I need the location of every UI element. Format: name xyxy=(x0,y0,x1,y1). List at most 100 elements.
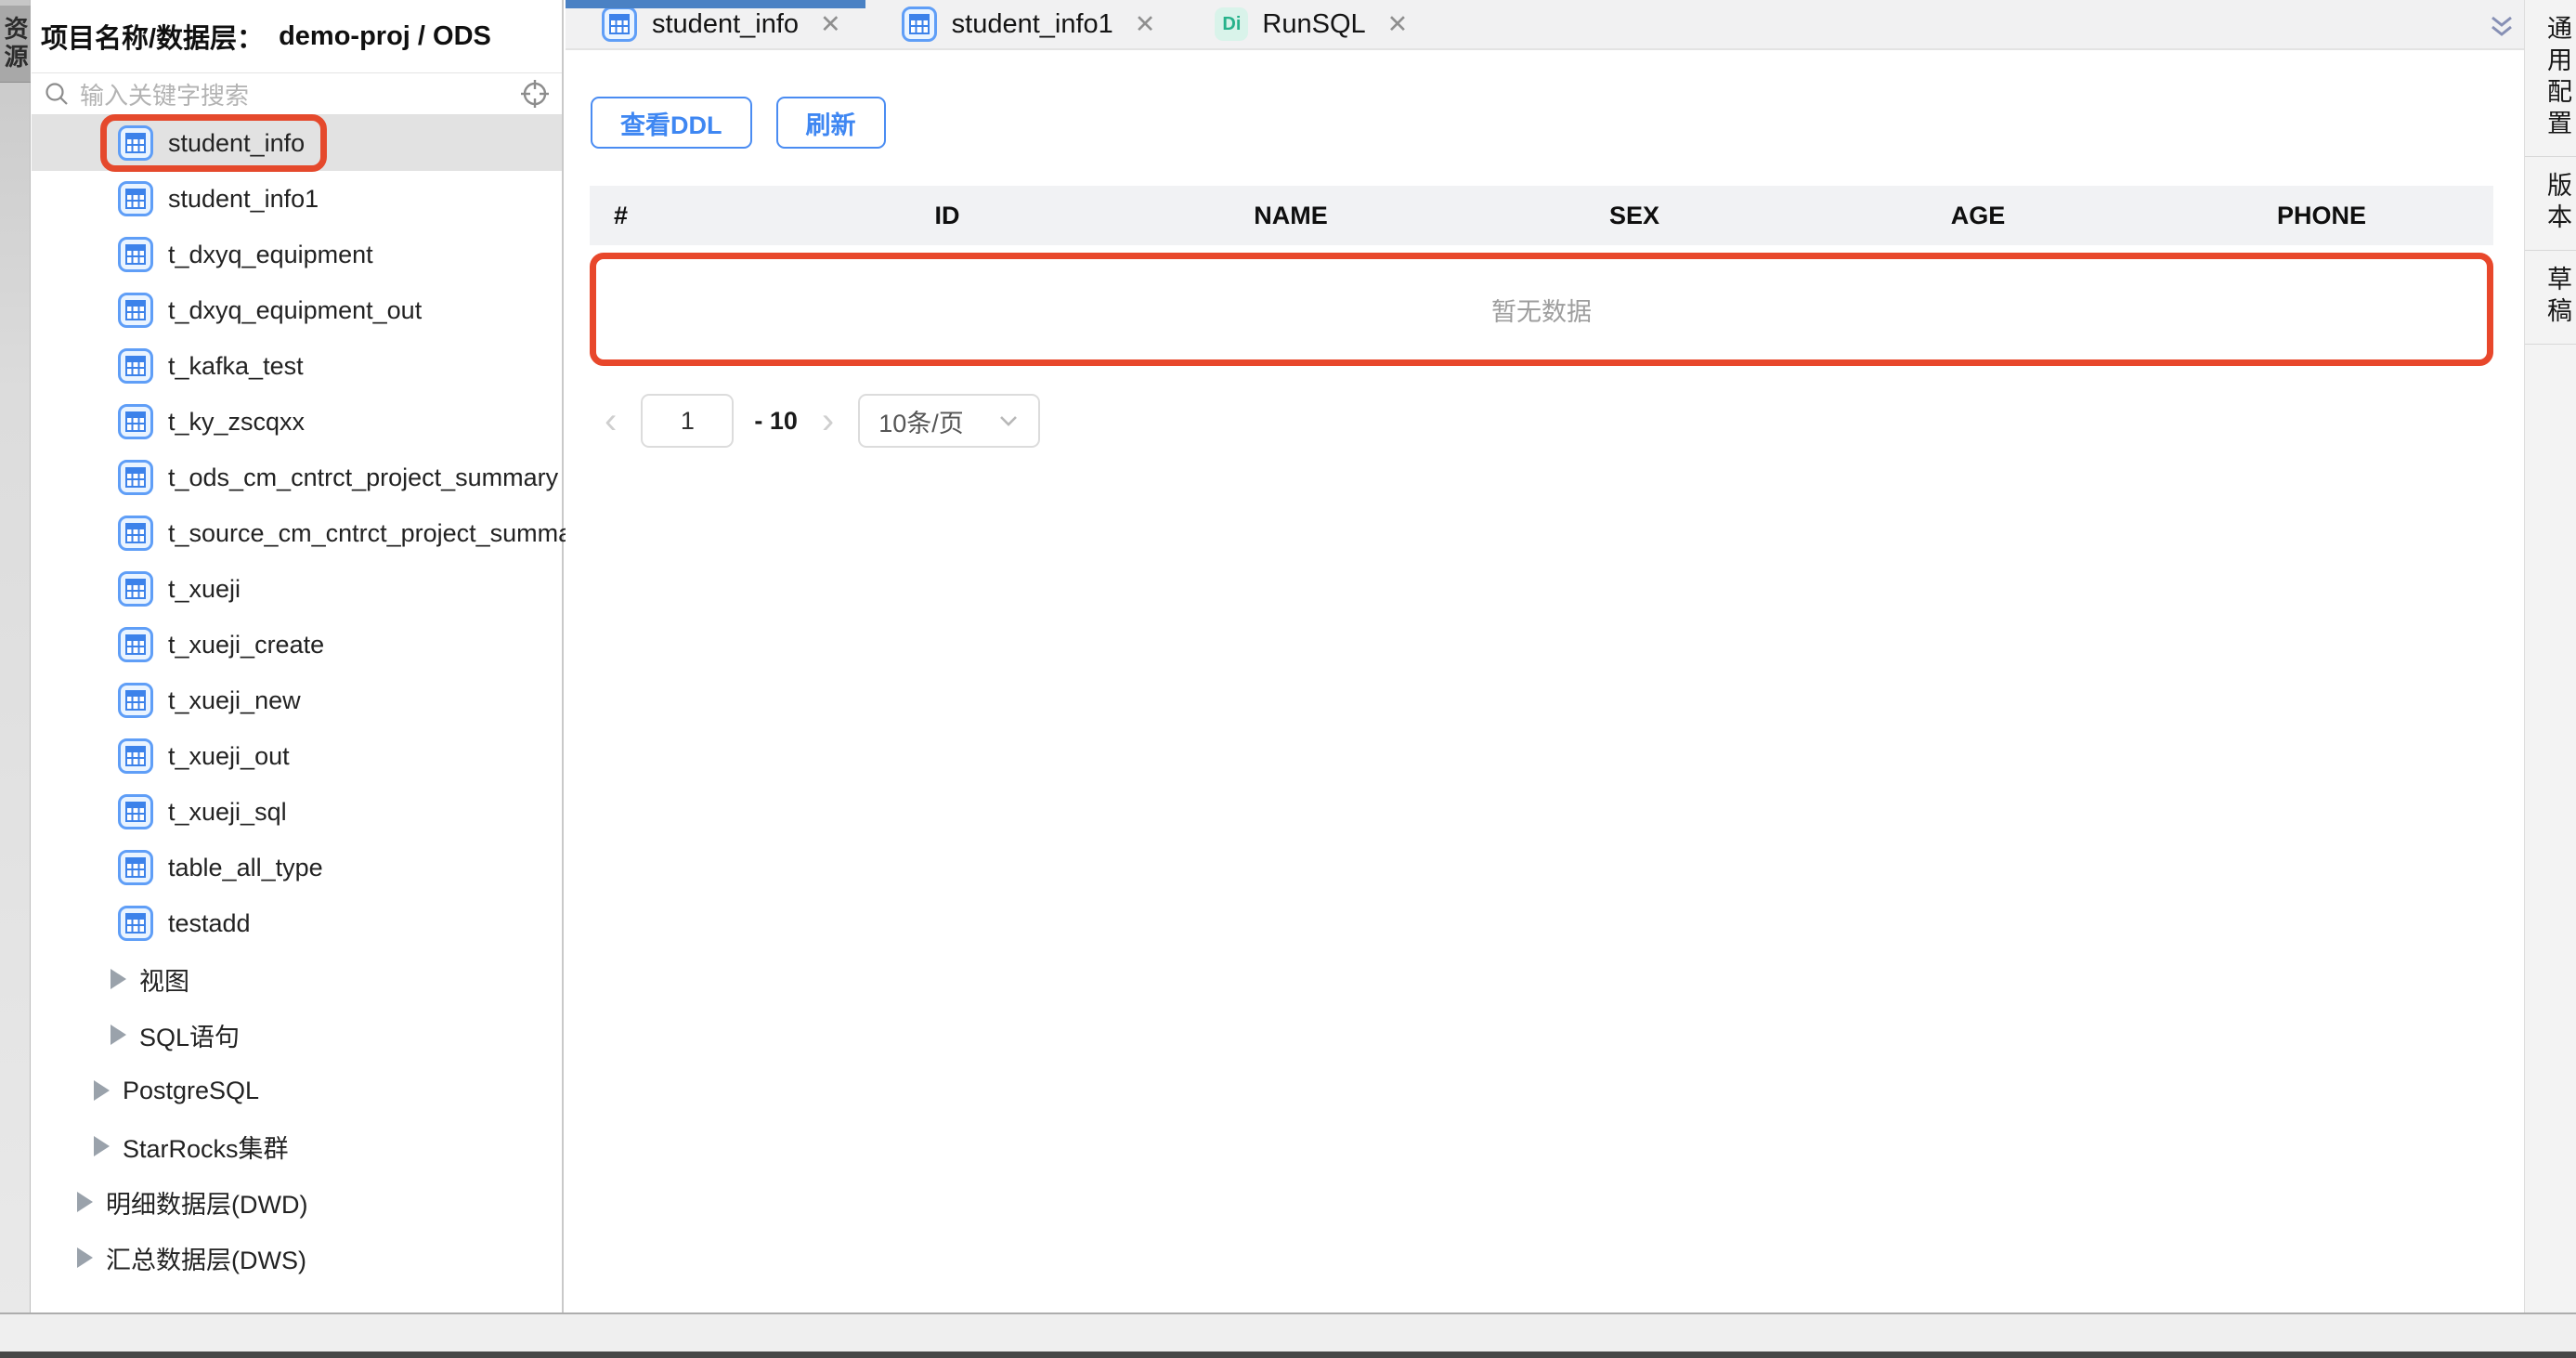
tree-item-label: student_info1 xyxy=(168,185,319,214)
column-header-NAME: NAME xyxy=(1119,202,1463,230)
tree-item-t_kafka_test[interactable]: t_kafka_test xyxy=(32,338,562,394)
page-number-input[interactable]: 1 xyxy=(641,394,734,448)
tree-item-t_xueji_new[interactable]: t_xueji_new xyxy=(32,672,562,728)
main-panel: student_info ✕ student_info1 ✕ Di RunSQL… xyxy=(566,0,2524,1312)
close-tab-icon[interactable]: ✕ xyxy=(820,10,841,39)
column-header-PHONE: PHONE xyxy=(2150,202,2493,230)
resources-vertical-tab[interactable]: 资源 xyxy=(0,6,31,83)
tree-item-label: 视图 xyxy=(139,961,189,998)
table-icon xyxy=(117,793,154,830)
tree-item-视图[interactable]: 视图 xyxy=(32,951,562,1007)
expand-arrow-icon[interactable] xyxy=(111,969,126,989)
empty-data-text: 暂无数据 xyxy=(1491,292,1592,328)
search-icon xyxy=(43,80,71,108)
table-icon xyxy=(117,570,154,607)
prev-page-chevron-icon[interactable]: ‹ xyxy=(601,402,620,439)
tree-item-label: t_ods_cm_cntrct_project_summary xyxy=(168,464,558,492)
tree-item-t_dxyq_equipment_out[interactable]: t_dxyq_equipment_out xyxy=(32,282,562,338)
expand-arrow-icon[interactable] xyxy=(94,1080,110,1101)
table-icon xyxy=(117,180,154,217)
tree-item-label: t_xueji xyxy=(168,575,241,604)
table-icon xyxy=(601,6,638,43)
tree-item-明细数据层(DWD)[interactable]: 明细数据层(DWD) xyxy=(32,1174,562,1230)
tree-item-t_xueji[interactable]: t_xueji xyxy=(32,561,562,617)
tree-item-student_info[interactable]: student_info xyxy=(32,115,562,171)
right-panel-item-草稿[interactable]: 草稿 xyxy=(2525,251,2576,345)
window-bottom-edge xyxy=(0,1351,2576,1358)
di-badge-icon: Di xyxy=(1215,7,1248,41)
sidebar-header: 项目名称/数据层： demo-proj / ODS xyxy=(32,0,562,73)
tree-item-t_xueji_create[interactable]: t_xueji_create xyxy=(32,617,562,672)
right-panel-item-通用配置[interactable]: 通用配置 xyxy=(2525,0,2576,157)
column-header-AGE: AGE xyxy=(1806,202,2150,230)
aim-icon[interactable] xyxy=(519,78,551,110)
tree-item-testadd[interactable]: testadd xyxy=(32,895,562,951)
expand-arrow-icon[interactable] xyxy=(111,1025,126,1045)
tree-item-StarRocks集群[interactable]: StarRocks集群 xyxy=(32,1118,562,1174)
close-tab-icon[interactable]: ✕ xyxy=(1135,10,1156,39)
right-side-panel: 通用配置版本草稿 xyxy=(2524,0,2576,1312)
tree-item-label: t_xueji_sql xyxy=(168,798,287,827)
tree-item-label: t_xueji_create xyxy=(168,631,324,659)
tab-bar: student_info ✕ student_info1 ✕ Di RunSQL… xyxy=(566,0,2524,50)
right-panel-item-版本[interactable]: 版本 xyxy=(2525,157,2576,251)
sidebar-tree: student_info student_info1 t_dxyq_equipm… xyxy=(32,115,562,1286)
collapse-tabs-double-chevron-icon[interactable] xyxy=(2487,11,2517,41)
tree-item-汇总数据层(DWS)[interactable]: 汇总数据层(DWS) xyxy=(32,1230,562,1286)
tree-item-t_xueji_sql[interactable]: t_xueji_sql xyxy=(32,784,562,840)
table-icon xyxy=(117,682,154,719)
tree-item-label: 明细数据层(DWD) xyxy=(106,1184,307,1221)
project-layer-value: demo-proj / ODS xyxy=(279,21,491,52)
tree-item-label: t_dxyq_equipment xyxy=(168,241,373,269)
tree-item-label: t_xueji_out xyxy=(168,742,290,771)
tree-item-t_xueji_out[interactable]: t_xueji_out xyxy=(32,728,562,784)
table-icon xyxy=(117,403,154,440)
column-header-ID: ID xyxy=(775,202,1119,230)
table-icon xyxy=(117,738,154,775)
page-size-select[interactable]: 10条/页 xyxy=(858,394,1040,448)
window-footer xyxy=(0,1312,2576,1358)
tree-item-label: t_source_cm_cntrct_project_summary xyxy=(168,519,593,548)
tree-item-label: StarRocks集群 xyxy=(123,1129,289,1165)
tree-item-label: 汇总数据层(DWS) xyxy=(106,1240,306,1276)
view-ddl-button[interactable]: 查看DDL xyxy=(591,97,752,149)
refresh-button[interactable]: 刷新 xyxy=(776,97,886,149)
table-icon xyxy=(117,347,154,385)
tab-student_info1[interactable]: student_info1 ✕ xyxy=(865,0,1180,48)
tab-student_info[interactable]: student_info ✕ xyxy=(566,0,865,48)
tree-item-t_ods_cm_cntrct_project_summary[interactable]: t_ods_cm_cntrct_project_summary xyxy=(32,450,562,505)
expand-arrow-icon[interactable] xyxy=(77,1192,93,1212)
tree-item-t_source_cm_cntrct_project_summary[interactable]: t_source_cm_cntrct_project_summary xyxy=(32,505,562,561)
tree-item-label: t_dxyq_equipment_out xyxy=(168,296,422,325)
left-dock-strip: 资源 xyxy=(0,0,31,1312)
sidebar: 项目名称/数据层： demo-proj / ODS 输入关键字搜索 xyxy=(32,0,564,1312)
close-tab-icon[interactable]: ✕ xyxy=(1387,10,1409,39)
tree-item-student_info1[interactable]: student_info1 xyxy=(32,171,562,227)
tab-RunSQL[interactable]: Di RunSQL ✕ xyxy=(1179,0,1432,48)
table-icon xyxy=(117,124,154,162)
expand-arrow-icon[interactable] xyxy=(94,1136,110,1156)
table-icon xyxy=(117,849,154,886)
page-size-value: 10条/页 xyxy=(878,403,964,439)
page-range-label: - 10 xyxy=(754,407,798,436)
next-page-chevron-icon[interactable]: › xyxy=(818,402,838,439)
column-header-SEX: SEX xyxy=(1463,202,1806,230)
tree-item-table_all_type[interactable]: table_all_type xyxy=(32,840,562,895)
tab-label: RunSQL xyxy=(1262,9,1365,40)
project-layer-label: 项目名称/数据层： xyxy=(41,17,264,56)
search-input[interactable]: 输入关键字搜索 xyxy=(80,77,510,111)
column-header-#: # xyxy=(590,202,775,230)
tree-item-label: t_ky_zscqxx xyxy=(168,408,305,437)
table-icon xyxy=(117,459,154,496)
tree-item-PostgreSQL[interactable]: PostgreSQL xyxy=(32,1063,562,1118)
tree-item-label: t_xueji_new xyxy=(168,686,301,715)
tree-item-SQL语句[interactable]: SQL语句 xyxy=(32,1007,562,1063)
expand-arrow-icon[interactable] xyxy=(77,1247,93,1268)
tree-item-label: t_kafka_test xyxy=(168,352,304,381)
tree-item-label: PostgreSQL xyxy=(123,1077,259,1105)
tree-item-t_dxyq_equipment[interactable]: t_dxyq_equipment xyxy=(32,227,562,282)
search-bar: 输入关键字搜索 xyxy=(32,73,562,115)
tree-item-label: student_info xyxy=(168,129,305,158)
table-icon xyxy=(117,236,154,273)
tree-item-t_ky_zscqxx[interactable]: t_ky_zscqxx xyxy=(32,394,562,450)
